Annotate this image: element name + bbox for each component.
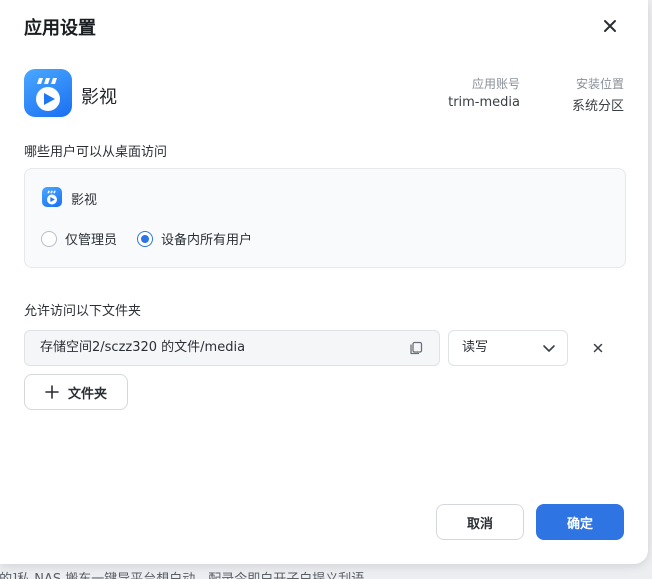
folder-path-field[interactable]: 存储空间2/sczz320 的文件/media — [24, 330, 440, 366]
media-app-icon — [24, 69, 72, 117]
app-name: 影视 — [81, 87, 117, 108]
dialog-title: 应用设置 — [24, 18, 96, 39]
close-icon — [604, 20, 616, 32]
plus-icon — [45, 385, 59, 399]
folders-section-label: 允许访问以下文件夹 — [24, 304, 142, 319]
add-folder-button[interactable]: 文件夹 — [24, 374, 128, 410]
confirm-button[interactable]: 确定 — [536, 504, 624, 540]
card-app-name: 影视 — [71, 193, 98, 208]
close-button[interactable] — [598, 14, 622, 38]
radio-admin-only[interactable]: 仅管理员 — [41, 229, 117, 248]
location-label: 安装位置 — [575, 77, 624, 91]
background-text: [的]私 NAS 搬东一键导平台想白动，配录今即白开子白提义刮语 — [0, 568, 364, 579]
radio-circle — [41, 230, 57, 247]
media-app-small-icon — [42, 187, 62, 207]
copy-icon — [410, 341, 423, 355]
remove-icon — [593, 343, 603, 353]
access-card: 影视 仅管理员 设备内所有用户 — [24, 168, 626, 268]
radio-label: 仅管理员 — [65, 233, 118, 248]
cancel-button[interactable]: 取消 — [436, 504, 524, 540]
radio-all-users[interactable]: 设备内所有用户 — [137, 229, 252, 248]
remove-folder-button[interactable] — [589, 339, 607, 357]
app-settings-dialog: 应用设置 影视 应用账号 trim-media 安装位置 系统分区 哪些用户可以… — [0, 0, 648, 564]
radio-circle-checked — [137, 230, 153, 247]
radio-label: 设备内所有用户 — [161, 233, 253, 248]
add-folder-label: 文件夹 — [67, 386, 107, 402]
access-section-label: 哪些用户可以从桌面访问 — [24, 145, 168, 160]
account-label: 应用账号 — [471, 77, 520, 91]
chevron-down-icon — [543, 345, 555, 352]
account-value: trim-media — [448, 95, 520, 110]
location-value: 系统分区 — [571, 99, 624, 114]
permission-select-chevron[interactable] — [541, 340, 557, 356]
copy-button[interactable] — [408, 340, 424, 356]
